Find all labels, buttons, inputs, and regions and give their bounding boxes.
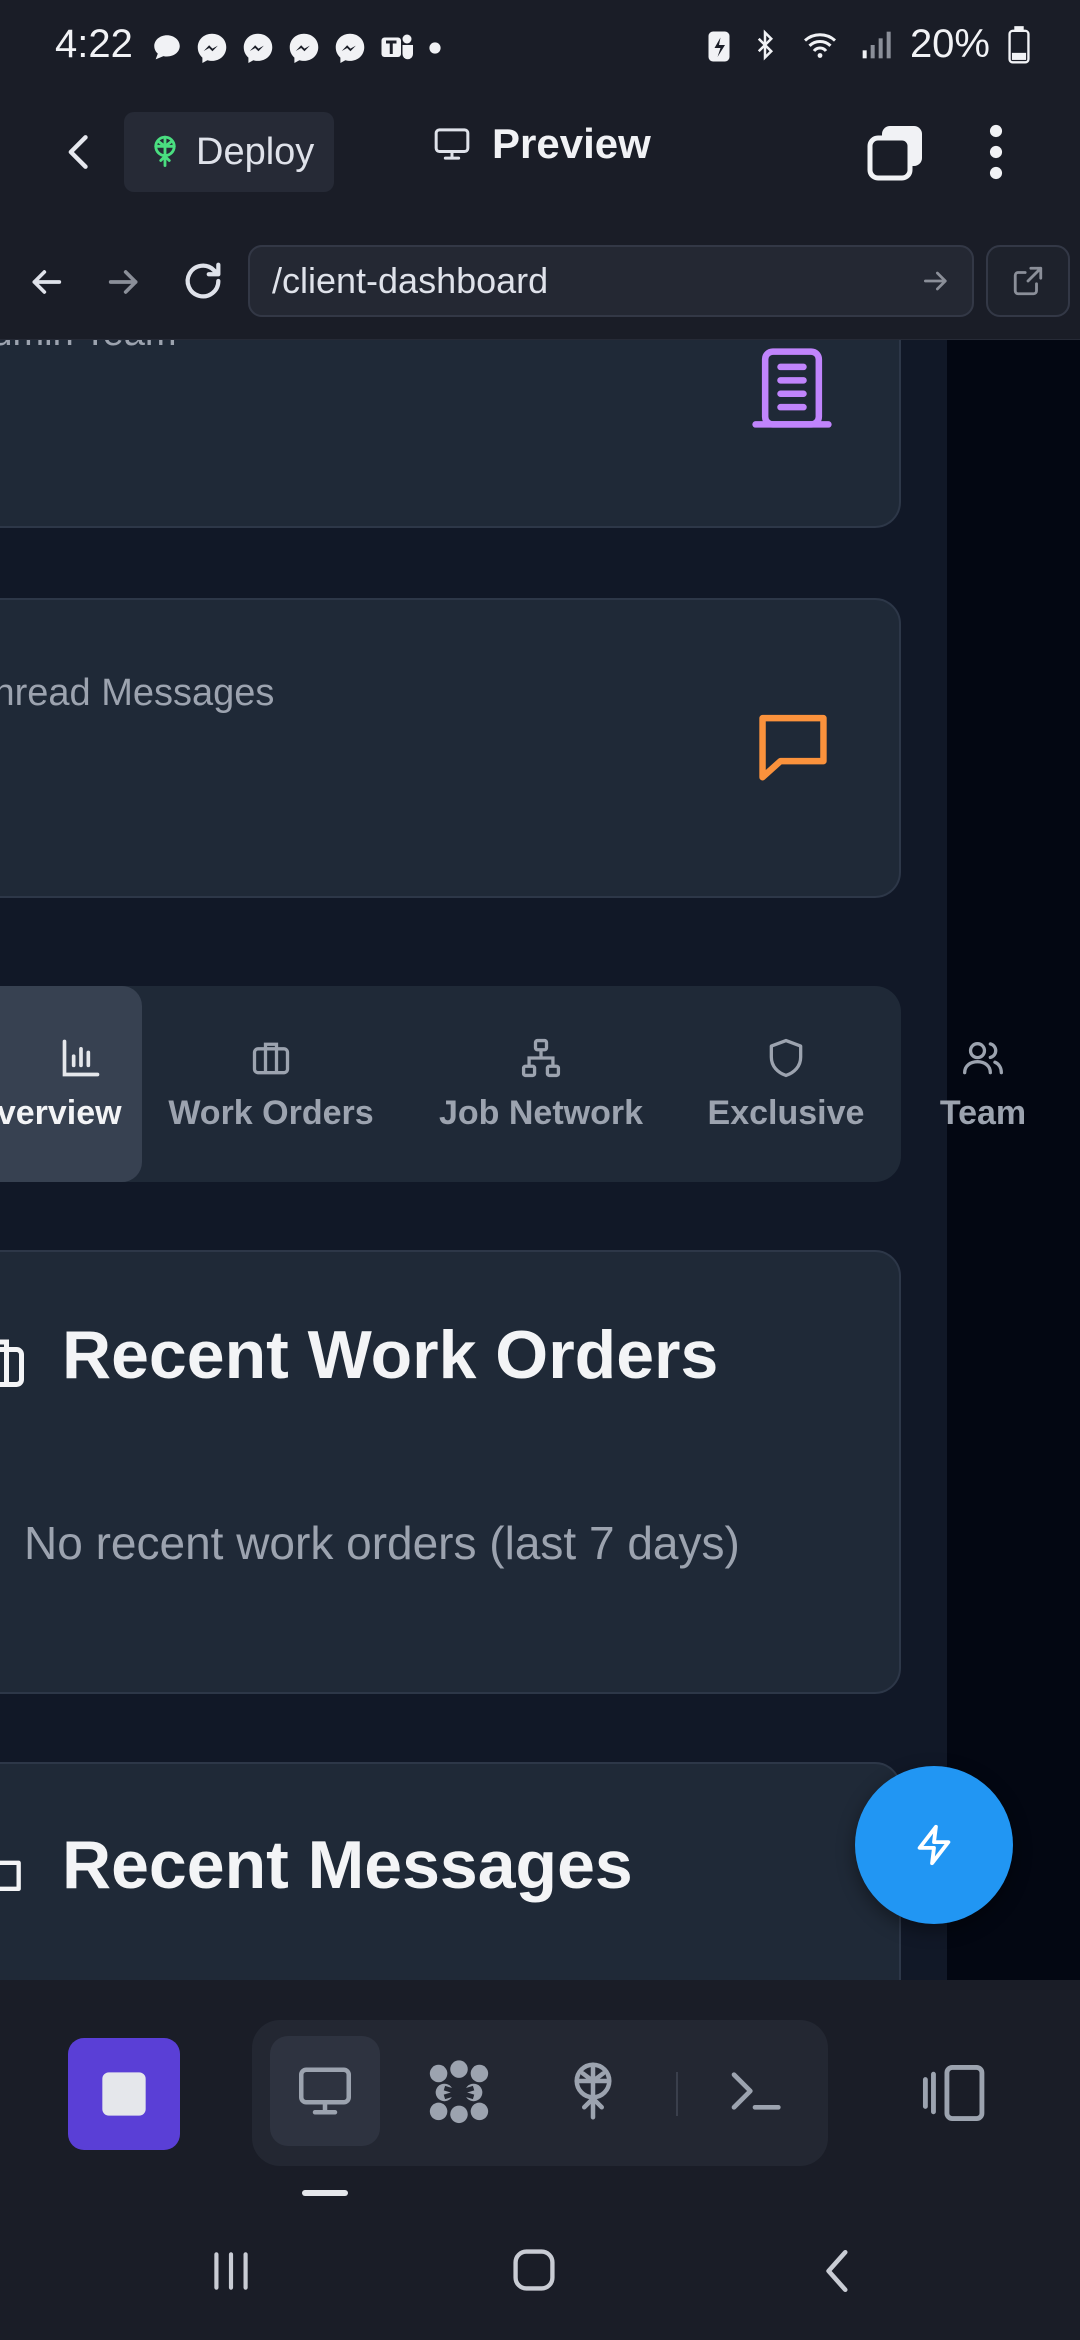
open-external-button[interactable] bbox=[986, 245, 1070, 317]
go-arrow-icon[interactable] bbox=[920, 265, 952, 297]
tab-label: Team bbox=[939, 1093, 1027, 1132]
zap-icon bbox=[917, 1824, 951, 1866]
url-input[interactable]: /client-dashboard bbox=[248, 245, 974, 317]
network-icon bbox=[521, 1038, 561, 1077]
briefcase-icon bbox=[252, 1042, 290, 1074]
cluster-icon bbox=[429, 2060, 489, 2124]
stat-card-admin-team: Admin Team 0 bbox=[0, 340, 901, 528]
briefcase-icon bbox=[0, 1332, 32, 1392]
view-mode-group bbox=[252, 2020, 828, 2166]
signal-icon bbox=[862, 31, 891, 58]
teams-icon bbox=[381, 34, 413, 60]
battery-saver-icon bbox=[708, 31, 730, 61]
deploy-button[interactable]: Deploy bbox=[124, 112, 334, 192]
tab-label: Overview bbox=[0, 1093, 122, 1132]
stop-icon bbox=[102, 2072, 146, 2116]
console-mode-button[interactable] bbox=[700, 2036, 810, 2146]
system-back-button[interactable] bbox=[814, 2244, 864, 2298]
section-title: Recent Messages bbox=[62, 1827, 633, 1903]
terminal-icon bbox=[731, 2072, 781, 2110]
deploy-icon bbox=[574, 2062, 612, 2120]
browser-forward-button[interactable] bbox=[104, 262, 144, 302]
refresh-icon bbox=[185, 262, 221, 299]
recent-work-orders-card: Recent Work Orders No recent work orders… bbox=[0, 1250, 901, 1694]
building-icon bbox=[746, 342, 838, 434]
stat-label: Unread Messages bbox=[0, 672, 275, 714]
home-icon bbox=[513, 2249, 555, 2291]
panel-layout-icon bbox=[922, 2065, 985, 2121]
reload-button[interactable] bbox=[180, 258, 226, 304]
stat-card-unread-messages: Unread Messages 0 bbox=[0, 598, 901, 898]
tab-label: Work Orders bbox=[168, 1093, 374, 1132]
browser-back-button[interactable] bbox=[26, 262, 66, 302]
stat-label: Admin Team bbox=[0, 340, 177, 355]
deploy-mode-button[interactable] bbox=[538, 2036, 648, 2146]
apps-mode-button[interactable] bbox=[404, 2036, 514, 2146]
messenger-icon bbox=[243, 33, 273, 63]
deploy-label: Deploy bbox=[196, 130, 315, 173]
tab-team[interactable]: Team bbox=[918, 986, 1048, 1182]
arrow-left-icon bbox=[32, 270, 62, 294]
status-icons: 20% bbox=[706, 22, 1030, 67]
divider bbox=[676, 2072, 678, 2116]
layout-toggle-button[interactable] bbox=[920, 2060, 990, 2126]
tab-exclusive[interactable]: Exclusive bbox=[696, 986, 876, 1182]
more-notifications-dot-icon bbox=[429, 42, 441, 54]
message-square-icon bbox=[750, 702, 836, 788]
messenger-icon bbox=[289, 33, 319, 63]
arrow-right-icon bbox=[108, 270, 138, 294]
wifi-icon bbox=[803, 32, 836, 58]
home-button[interactable] bbox=[508, 2244, 560, 2296]
external-link-icon bbox=[1013, 266, 1043, 296]
chat-bubble-icon bbox=[154, 35, 180, 60]
tabs-switcher-button[interactable] bbox=[866, 122, 926, 182]
section-title: Recent Work Orders bbox=[62, 1317, 719, 1393]
recent-messages-card: Recent Messages bbox=[0, 1762, 901, 1980]
chevron-left-icon bbox=[826, 2249, 848, 2293]
chevron-left-icon bbox=[68, 135, 88, 169]
monitor-icon bbox=[299, 2067, 351, 2115]
empty-state-text: No recent work orders (last 7 days) bbox=[24, 1517, 740, 1569]
shield-icon bbox=[769, 1038, 803, 1077]
tab-label: Exclusive bbox=[707, 1093, 865, 1132]
tab-overview[interactable]: Overview bbox=[0, 986, 142, 1182]
quick-action-button[interactable] bbox=[855, 1766, 1013, 1924]
status-time: 4:22 bbox=[55, 22, 133, 66]
recent-apps-button[interactable] bbox=[206, 2246, 256, 2296]
url-text: /client-dashboard bbox=[272, 260, 549, 301]
messenger-icon bbox=[335, 33, 365, 63]
tabs-icon bbox=[867, 126, 922, 181]
active-mode-indicator bbox=[302, 2190, 348, 2196]
monitor-icon bbox=[434, 128, 470, 160]
battery-icon bbox=[1008, 25, 1030, 63]
preview-mode-button[interactable] bbox=[270, 2036, 380, 2146]
users-icon bbox=[963, 1041, 1003, 1074]
tab-job-network[interactable]: Job Network bbox=[426, 986, 656, 1182]
messenger-icon bbox=[197, 33, 227, 63]
tab-label: Job Network bbox=[438, 1093, 644, 1132]
bar-chart-icon bbox=[62, 1039, 100, 1076]
more-vertical-icon bbox=[989, 124, 1003, 180]
message-square-icon bbox=[0, 1852, 30, 1904]
tab-work-orders[interactable]: Work Orders bbox=[156, 986, 386, 1182]
notification-icons bbox=[150, 30, 442, 66]
more-options-button[interactable] bbox=[978, 124, 1014, 180]
stop-button[interactable] bbox=[68, 2038, 180, 2150]
back-button[interactable] bbox=[58, 126, 102, 178]
bluetooth-icon bbox=[757, 28, 773, 61]
preview-tab[interactable]: Preview bbox=[430, 120, 651, 168]
dashboard-tabs: Overview Work Orders Job Network Exclusi… bbox=[0, 986, 1026, 1182]
webview-content: Admin Team 0 Unread Messages 0 Overview … bbox=[0, 340, 1080, 1980]
battery-percentage: 20% bbox=[909, 22, 990, 66]
recents-icon bbox=[214, 2252, 248, 2290]
deploy-icon bbox=[154, 135, 176, 167]
preview-title: Preview bbox=[492, 120, 651, 167]
